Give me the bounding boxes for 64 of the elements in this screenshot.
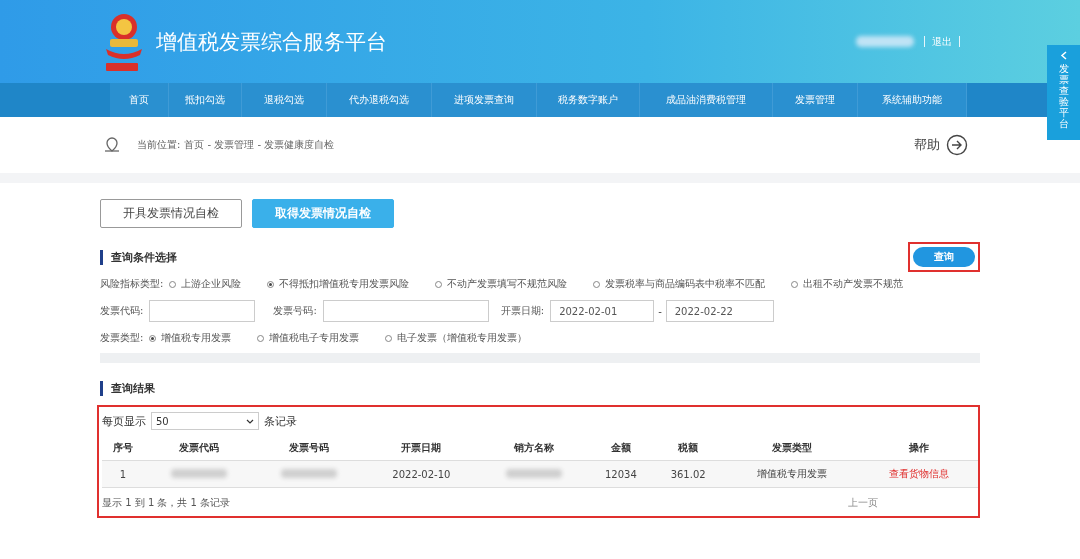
table-cell: 12034: [588, 460, 653, 488]
column-header: 操作: [860, 436, 978, 461]
date-separator: -: [658, 305, 662, 317]
nav-item[interactable]: 退税勾选: [242, 83, 327, 117]
chevron-left-icon: [1059, 51, 1068, 60]
radio-option[interactable]: 电子发票（增值税专用发票）: [385, 331, 528, 345]
page-size-label: 每页显示: [102, 413, 146, 429]
nav-item[interactable]: 代办退税勾选: [327, 83, 432, 117]
date-field[interactable]: 2022-02-22: [665, 300, 774, 322]
chevron-down-icon: [246, 418, 254, 424]
breadcrumb-label: 当前位置:: [137, 138, 181, 152]
location-icon: [103, 136, 121, 154]
app-title: 增值税发票综合服务平台: [156, 28, 387, 56]
date-field[interactable]: 2022-02-01: [550, 300, 655, 322]
radio-option[interactable]: 不得抵扣增值税专用发票风险: [267, 277, 410, 291]
breadcrumb-path: 首页 - 发票管理 - 发票健康度自检: [184, 138, 335, 152]
nav-item[interactable]: 首页: [110, 83, 169, 117]
column-header: 发票类型: [723, 436, 861, 461]
text-field[interactable]: [322, 300, 489, 322]
text-field[interactable]: [149, 300, 256, 322]
mode-tab[interactable]: 取得发票情况自检: [252, 199, 394, 228]
side-tab-label: 发票查验平台: [1058, 63, 1069, 129]
field-label: 风险指标类型:: [100, 277, 164, 291]
column-header: 发票代码: [143, 436, 254, 461]
blurred-text: [281, 468, 338, 478]
nav-item[interactable]: 成品油消费税管理: [640, 83, 773, 117]
page-size-select[interactable]: 50: [151, 412, 259, 430]
column-header: 销方名称: [478, 436, 589, 461]
mode-tab[interactable]: 开具发票情况自检: [100, 199, 242, 228]
blurred-username: [856, 36, 914, 47]
field-label: 发票类型:: [100, 331, 144, 345]
nav-item[interactable]: 系统辅助功能: [858, 83, 967, 117]
radio-option[interactable]: 增值税专用发票: [149, 331, 232, 345]
nav-item[interactable]: 发票管理: [773, 83, 858, 117]
nav-item[interactable]: 进项发票查询: [432, 83, 537, 117]
section-title: 查询结果: [100, 380, 155, 396]
help-link[interactable]: 帮助: [914, 134, 968, 156]
record-summary: 显示 1 到 1 条，共 1 条记录: [102, 496, 231, 510]
radio-option[interactable]: 发票税率与商品编码表中税率不匹配: [593, 277, 766, 291]
column-header: 序号: [102, 436, 144, 461]
table-cell: 2022-02-10: [364, 460, 479, 488]
field-label: 发票号码:: [273, 304, 317, 318]
column-header: 税额: [652, 436, 724, 461]
search-button[interactable]: 查询: [913, 247, 975, 267]
radio-option[interactable]: 增值税电子专用发票: [257, 331, 360, 345]
radio-option[interactable]: 不动产发票填写不规范风险: [435, 277, 568, 291]
column-header: 发票号码: [254, 436, 365, 461]
table-cell: 361.02: [652, 460, 724, 488]
radio-option[interactable]: 出租不动产发票不规范: [791, 277, 904, 291]
nav-item[interactable]: 抵扣勾选: [169, 83, 242, 117]
section-title: 查询条件选择: [100, 249, 177, 265]
nav-item[interactable]: 税务数字账户: [537, 83, 640, 117]
field-label: 发票代码:: [100, 304, 144, 318]
table-cell: 1: [102, 460, 144, 488]
side-tab[interactable]: 发票查验平台: [1047, 45, 1080, 140]
radio-option[interactable]: 上游企业风险: [169, 277, 242, 291]
prev-page-link[interactable]: 上一页: [848, 496, 878, 510]
column-header: 开票日期: [364, 436, 479, 461]
blurred-text: [505, 468, 562, 478]
page-size-suffix: 条记录: [264, 413, 297, 429]
table-cell: 增值税专用发票: [723, 460, 861, 488]
column-header: 金额: [588, 436, 653, 461]
field-label: 开票日期:: [500, 304, 545, 318]
blurred-text: [170, 468, 227, 478]
